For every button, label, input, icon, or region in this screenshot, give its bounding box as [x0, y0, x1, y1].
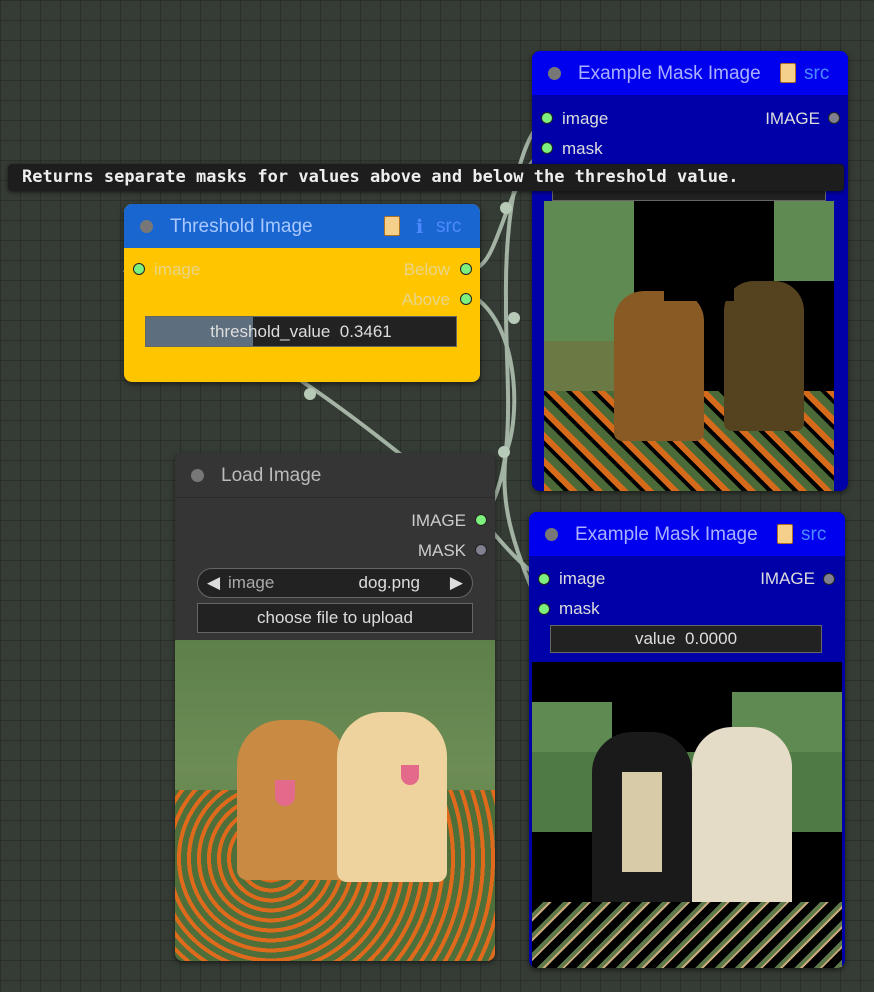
src-link[interactable]: src: [436, 216, 461, 238]
arrow-right-icon[interactable]: ▶: [450, 569, 463, 597]
output-above-pin[interactable]: [460, 293, 472, 305]
node-header[interactable]: Load Image: [175, 453, 495, 498]
output-mask-label: MASK: [417, 541, 466, 560]
image-preview: [175, 640, 495, 961]
wire-reroute-dot: [508, 312, 520, 324]
output-below-label: Below: [403, 260, 450, 279]
src-link[interactable]: src: [801, 524, 826, 546]
image-combo[interactable]: ◀ image dog.png ▶: [197, 568, 473, 598]
node-header[interactable]: Example Mask Image src: [532, 51, 848, 95]
scroll-icon: [384, 216, 400, 236]
input-mask-pin[interactable]: [541, 142, 553, 154]
mask-preview-image: [544, 201, 834, 491]
tooltip: Returns separate masks for values above …: [8, 164, 844, 191]
dog-right: [337, 712, 447, 882]
input-image-label: image: [562, 109, 609, 128]
wire-reroute-dot: [498, 446, 510, 458]
output-mask-pin[interactable]: [475, 544, 487, 556]
output-image-label: IMAGE: [760, 569, 815, 588]
threshold-slider[interactable]: threshold_value 0.3461: [145, 316, 457, 347]
output-above-label: Above: [401, 290, 450, 309]
mask-node-top[interactable]: Example Mask Image src image IMAGE mask: [532, 51, 848, 491]
widget-value: 0.0000: [685, 629, 738, 648]
input-image-pin[interactable]: [538, 573, 550, 585]
output-image-pin[interactable]: [823, 573, 835, 585]
collapse-dot[interactable]: [545, 528, 558, 541]
widget-value: 0.3461: [339, 322, 392, 341]
input-mask-label: mask: [559, 599, 600, 618]
scroll-icon: [780, 63, 796, 83]
node-title: Example Mask Image: [578, 63, 761, 84]
wire-reroute-dot: [304, 388, 316, 400]
value-widget[interactable]: value 0.0000: [550, 625, 822, 653]
node-title: Load Image: [221, 465, 322, 486]
wire-reroute-dot: [500, 202, 512, 214]
collapse-dot[interactable]: [191, 469, 204, 482]
input-image-label: image: [154, 260, 201, 279]
input-mask-pin[interactable]: [538, 603, 550, 615]
src-link[interactable]: src: [804, 63, 829, 85]
input-image-label: image: [559, 569, 606, 588]
scroll-icon: [777, 524, 793, 544]
arrow-left-icon[interactable]: ◀: [207, 569, 220, 597]
mask-preview-image: [532, 662, 842, 968]
threshold-node[interactable]: Threshold Image ℹ src image Below Above …: [124, 204, 480, 382]
output-image-pin[interactable]: [828, 112, 840, 124]
output-image-label: IMAGE: [765, 109, 820, 128]
widget-label: value: [634, 629, 676, 648]
input-mask-label: mask: [562, 139, 603, 158]
mask-node-bottom[interactable]: Example Mask Image src image IMAGE mask …: [529, 512, 845, 968]
upload-button[interactable]: choose file to upload: [197, 603, 473, 633]
collapse-dot[interactable]: [140, 220, 153, 233]
node-header[interactable]: Example Mask Image src: [529, 512, 845, 556]
node-title: Threshold Image: [170, 216, 313, 237]
output-below-pin[interactable]: [460, 263, 472, 275]
combo-label: image: [228, 573, 275, 592]
widget-label: threshold_value: [210, 322, 331, 341]
input-image-pin[interactable]: [133, 263, 145, 275]
output-image-label: IMAGE: [411, 511, 466, 530]
node-title: Example Mask Image: [575, 524, 758, 545]
node-header[interactable]: Threshold Image ℹ src: [124, 204, 480, 248]
info-icon[interactable]: ℹ: [416, 216, 423, 239]
tooltip-text: Returns separate masks for values above …: [22, 167, 739, 187]
output-image-pin[interactable]: [475, 514, 487, 526]
input-image-pin[interactable]: [541, 112, 553, 124]
combo-value: dog.png: [358, 573, 420, 592]
load-image-node[interactable]: Load Image IMAGE MASK ◀ image dog.png ▶ …: [175, 453, 495, 961]
collapse-dot[interactable]: [548, 67, 561, 80]
